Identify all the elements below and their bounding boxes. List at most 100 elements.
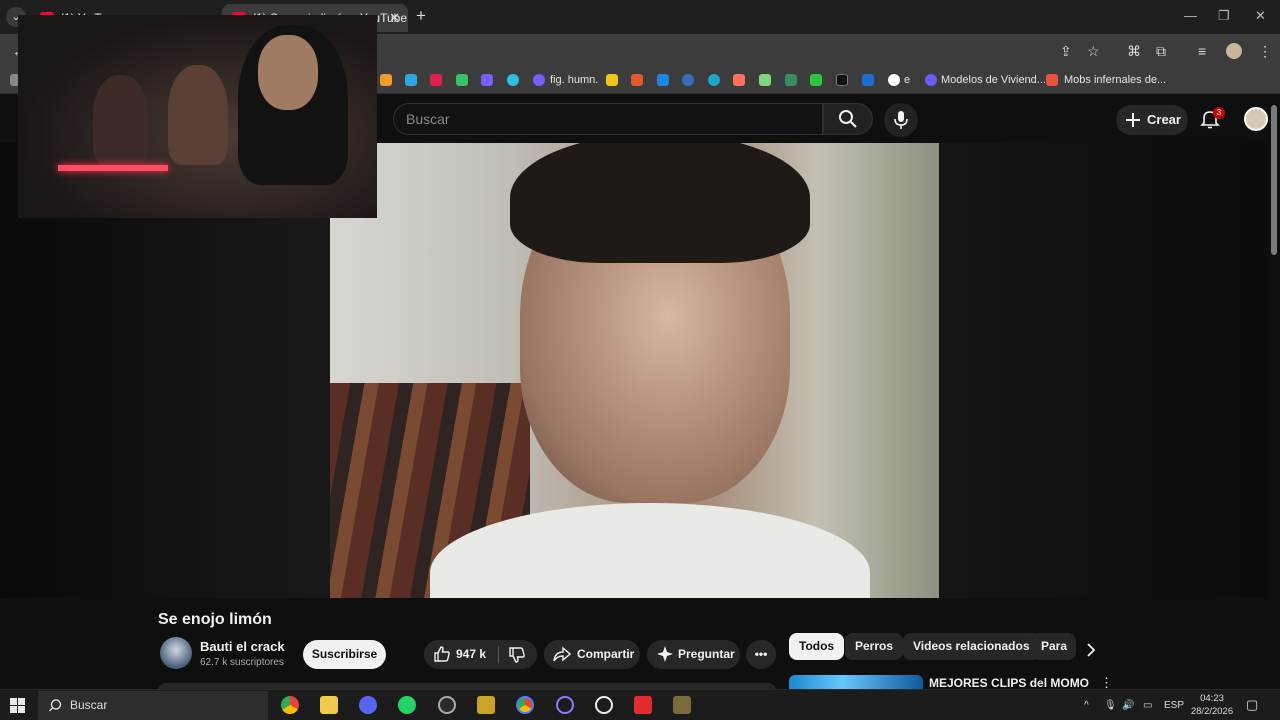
bookmark-fig-humn[interactable]: fig. humn. xyxy=(550,74,598,86)
windows-taskbar: Buscar ^ 🎙 🔊 ▭ ESP 04:23 28/2/2026 ▢ xyxy=(0,689,1280,720)
app-icon[interactable] xyxy=(556,696,574,714)
windows-start-icon[interactable] xyxy=(10,698,25,713)
chip-for-you[interactable]: Para xyxy=(1031,633,1076,660)
bookmark-icon[interactable] xyxy=(481,74,493,86)
bookmark-icon[interactable] xyxy=(405,74,417,86)
recommendation-thumbnail[interactable] xyxy=(789,675,923,689)
bookmark-icon[interactable] xyxy=(430,74,442,86)
page-scrollbar[interactable] xyxy=(1269,95,1280,689)
wordpress-icon[interactable] xyxy=(682,74,694,86)
figure-bookmark-icon[interactable] xyxy=(533,74,545,86)
scrollbar-thumb[interactable] xyxy=(1271,105,1277,255)
chevron-right-icon[interactable] xyxy=(1084,642,1098,658)
bookmark-icon[interactable] xyxy=(606,74,618,86)
close-window-button[interactable]: ✕ xyxy=(1255,8,1266,24)
bookmark-icon[interactable] xyxy=(456,74,468,86)
account-avatar[interactable] xyxy=(1244,107,1268,131)
bookmark-icon[interactable] xyxy=(507,74,519,86)
language-indicator[interactable]: ESP xyxy=(1164,700,1184,711)
chip-related[interactable]: Videos relacionados xyxy=(903,633,1040,660)
search-input[interactable]: Buscar xyxy=(393,103,823,135)
search-button[interactable] xyxy=(823,103,873,135)
taskbar-search-label: Buscar xyxy=(70,698,108,712)
thumbs-down-icon xyxy=(509,647,525,663)
subscribe-button[interactable]: Suscribirse xyxy=(303,640,386,669)
search-icon xyxy=(49,699,62,712)
video-frame xyxy=(330,143,939,598)
minimize-button[interactable]: — xyxy=(1184,8,1197,23)
channel-name[interactable]: Bauti el crack xyxy=(200,639,285,654)
bookmark-icon[interactable] xyxy=(925,74,937,86)
bookmark-icon[interactable] xyxy=(862,74,874,86)
install-app-icon[interactable]: ⇪ xyxy=(1060,43,1072,60)
bookmark-mobs[interactable]: Mobs infernales de... xyxy=(1064,74,1166,86)
network-icon[interactable]: ▭ xyxy=(1143,700,1152,711)
profile-avatar-icon[interactable] xyxy=(1226,43,1242,59)
bookmark-e[interactable]: e xyxy=(904,74,910,86)
like-dislike-group: 947 k xyxy=(424,640,537,669)
bookmark-star-icon[interactable]: ☆ xyxy=(1087,43,1100,60)
new-tab-button[interactable]: + xyxy=(416,6,426,26)
search-icon xyxy=(839,110,857,128)
volume-icon[interactable]: 🔊 xyxy=(1122,700,1134,711)
face-shape xyxy=(258,35,318,110)
voice-search-button[interactable] xyxy=(884,103,918,137)
file-explorer-icon[interactable] xyxy=(320,696,338,714)
discord-icon[interactable] xyxy=(359,696,377,714)
app-icon[interactable] xyxy=(634,696,652,714)
more-actions-button[interactable]: ••• xyxy=(746,640,776,669)
channel-avatar[interactable] xyxy=(160,637,192,669)
create-button[interactable]: Crear xyxy=(1116,105,1188,135)
tray-overflow-icon[interactable]: ^ xyxy=(1084,700,1089,711)
dislike-button[interactable] xyxy=(499,640,537,669)
share-button[interactable]: Compartir xyxy=(544,640,640,669)
steam-like-icon[interactable] xyxy=(438,696,456,714)
led-lights xyxy=(58,165,168,171)
media-control-icon[interactable]: ≡ xyxy=(1198,43,1206,59)
plus-icon xyxy=(1126,113,1140,127)
clock-time: 04:23 xyxy=(1200,693,1224,704)
app-icon[interactable] xyxy=(477,696,495,714)
ask-button[interactable]: Preguntar xyxy=(647,640,740,669)
share-label: Compartir xyxy=(577,647,635,661)
bookmark-icon[interactable] xyxy=(631,74,643,86)
taskbar-search-input[interactable]: Buscar xyxy=(38,691,268,720)
tiktok-icon[interactable] xyxy=(836,74,848,86)
system-clock[interactable]: 04:23 28/2/2026 xyxy=(1186,692,1238,718)
kick-icon[interactable] xyxy=(810,74,822,86)
subscriber-count: 62.7 k suscriptores xyxy=(200,657,284,668)
recommendation-title[interactable]: MEJORES CLIPS del MOMO xyxy=(929,676,1089,690)
league-icon[interactable] xyxy=(673,696,691,714)
ask-label: Preguntar xyxy=(678,647,735,661)
thumbs-up-icon xyxy=(434,646,450,662)
chip-all[interactable]: Todos xyxy=(789,633,845,660)
chip-perros[interactable]: Perros xyxy=(845,633,904,660)
chrome-app-icon[interactable] xyxy=(281,696,299,714)
extensions-icon[interactable]: ⧉ xyxy=(1156,43,1166,60)
obs-icon[interactable] xyxy=(595,696,613,714)
bookmark-icon[interactable] xyxy=(785,74,797,86)
bookmark-icon[interactable] xyxy=(1046,74,1058,86)
webcam-overlay xyxy=(18,15,377,218)
chrome-menu-icon[interactable]: ⋮ xyxy=(1258,43,1272,60)
maximize-button[interactable]: ❐ xyxy=(1218,8,1230,24)
person-shape xyxy=(168,65,228,165)
translate-icon[interactable]: ⌘ xyxy=(1127,43,1141,60)
whatsapp-icon[interactable] xyxy=(398,696,416,714)
bookmark-icon[interactable] xyxy=(708,74,720,86)
like-button[interactable]: 947 k xyxy=(424,640,498,669)
bookmark-modelos[interactable]: Modelos de Viviend... xyxy=(941,74,1046,86)
bookmark-icon[interactable] xyxy=(733,74,745,86)
microphone-tray-icon[interactable]: 🎙 xyxy=(1104,700,1117,711)
close-tab-icon[interactable]: ✕ xyxy=(389,4,400,32)
bookmark-icon[interactable] xyxy=(759,74,771,86)
video-title: Se enojo limón xyxy=(158,611,272,628)
chrome-profile-icon[interactable] xyxy=(516,696,534,714)
share-arrow-icon xyxy=(553,646,571,662)
bookmark-icon[interactable] xyxy=(380,74,392,86)
address-bar[interactable] xyxy=(380,38,1080,64)
notification-center-icon[interactable]: ▢ xyxy=(1246,697,1258,713)
google-icon[interactable] xyxy=(888,74,900,86)
sparkle-icon xyxy=(657,646,673,662)
bookmark-icon[interactable] xyxy=(657,74,669,86)
